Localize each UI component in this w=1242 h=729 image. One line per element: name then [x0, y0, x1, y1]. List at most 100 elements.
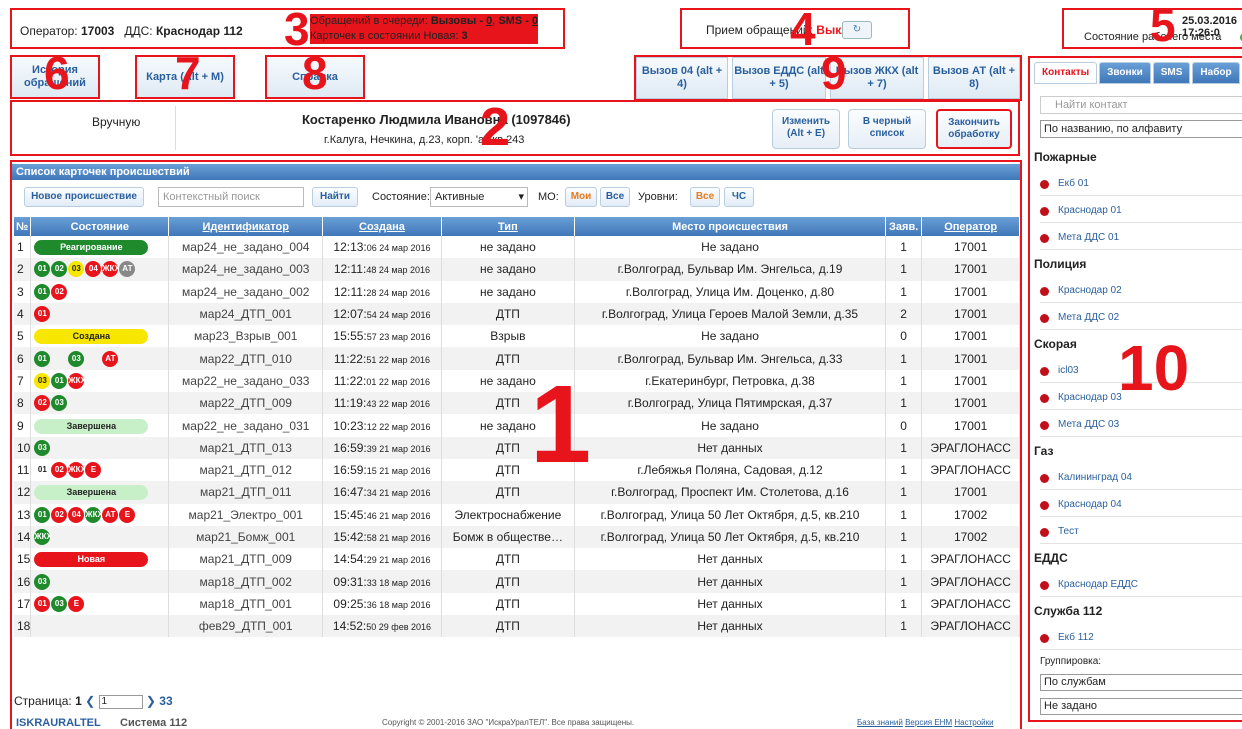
mo-mine-button[interactable]: Мои: [565, 187, 597, 207]
settings-link[interactable]: Настройки: [954, 718, 993, 727]
table-row[interactable]: 7 03 01 ЖКХ мар22_не_задано_033 11:22:01 2…: [14, 369, 1020, 393]
table-row[interactable]: 14 ЖКХ мар21_Бомж_001 15:42:58 21 мар 20…: [14, 525, 1020, 549]
next-page-icon[interactable]: ❯: [146, 694, 156, 708]
current-page: 1: [75, 694, 82, 708]
levels-chs-button[interactable]: ЧС: [724, 187, 754, 207]
row-applicants: 0: [885, 414, 923, 437]
grouping-select[interactable]: По службам: [1040, 674, 1242, 691]
knowledge-base-link[interactable]: База знаний: [857, 718, 903, 727]
contact-item[interactable]: Краснодар ЕДДС: [1040, 573, 1242, 597]
column-header[interactable]: Создана: [322, 217, 442, 236]
service-marker-icon: Е: [68, 595, 85, 612]
state-label: Состояние:: [372, 191, 430, 203]
contact-item[interactable]: Мета ДДС 02: [1040, 306, 1242, 330]
row-type: ДТП: [441, 570, 575, 593]
row-type: не задано: [441, 258, 575, 281]
contact-item[interactable]: Екб 112: [1040, 626, 1242, 650]
blacklist-button[interactable]: В черный список: [848, 109, 926, 149]
finish-processing-button[interactable]: Закончить обработку: [936, 109, 1012, 149]
call-zhkh-button[interactable]: Вызов ЖКХ (alt + 7): [830, 57, 924, 99]
table-row[interactable]: 10 03 мар21_ДТП_013 16:59:39 21 мар 2016…: [14, 436, 1020, 459]
table-row[interactable]: 2 01 02 03 04 ЖКХ АТ мар24_не_задано_003 12:1…: [14, 258, 1020, 281]
levels-all-button[interactable]: Все: [690, 187, 720, 207]
reference-button[interactable]: Справка: [265, 55, 365, 99]
service-marker-icon: 02: [51, 506, 68, 523]
column-header[interactable]: Тип: [441, 217, 575, 236]
row-id: мар21_ДТП_012: [168, 458, 324, 482]
queue-label: Обращений в очереди:: [310, 15, 428, 27]
receive-panel: Прием обращений: Выкл. ↻: [680, 8, 910, 49]
contact-item[interactable]: Екб 01: [1040, 172, 1242, 196]
row-created: 15:55:57 23 мар 2016: [322, 325, 442, 348]
row-created: 12:13:06 24 мар 2016: [322, 236, 442, 259]
reference-label: Справка: [292, 70, 338, 83]
call-edds-button[interactable]: Вызов ЕДДС (alt + 5): [732, 57, 826, 99]
state-select[interactable]: Активные ▾: [430, 187, 528, 207]
row-applicants: 1: [885, 481, 923, 504]
table-row[interactable]: 13 01 02 04 ЖКХ АТ Е мар21_Электро_001 15:45:…: [14, 503, 1020, 526]
contact-item[interactable]: Краснодар 04: [1040, 493, 1242, 517]
column-header[interactable]: Идентификатор: [168, 217, 324, 236]
contacts-tab[interactable]: SMS: [1152, 62, 1191, 84]
service-marker-icon: 01: [34, 261, 51, 278]
table-row[interactable]: 1 Реагирование мар24_не_задано_004 12:13…: [14, 236, 1020, 259]
context-search-input[interactable]: Контекстный поиск: [158, 187, 304, 207]
table-row[interactable]: 16 03 мар18_ДТП_002 09:31:33 18 мар 2016…: [14, 570, 1020, 593]
table-row[interactable]: 11 01 02 ЖКХ Е мар21_ДТП_012 16:59:15 21 ма…: [14, 458, 1020, 482]
service-marker-icon: ЖКХ: [68, 372, 86, 389]
contact-sort-select[interactable]: По названию, по алфавиту: [1040, 120, 1242, 138]
contact-item[interactable]: Мета ДДС 03: [1040, 413, 1242, 437]
table-row[interactable]: 4 01 мар24_ДТП_001 12:07:54 24 мар 2016 …: [14, 302, 1020, 326]
row-operator: ЭРАГЛОНАСС: [921, 548, 1020, 571]
contact-item[interactable]: Краснодар 02: [1040, 279, 1242, 303]
new-incident-button[interactable]: Новое происшествие: [24, 187, 144, 207]
refresh-button[interactable]: ↻: [842, 21, 872, 39]
table-row[interactable]: 6 01 03 АТ мар22_ДТП_010 11:22:51 22 мар 2…: [14, 347, 1020, 370]
call-04-button[interactable]: Вызов 04 (alt + 4): [636, 57, 728, 99]
version-link[interactable]: Версия ЕНМ: [905, 718, 952, 727]
table-row[interactable]: 9 Завершена мар22_не_задано_031 10:23:12…: [14, 414, 1020, 437]
edit-caller-button[interactable]: Изменить (Alt + E): [772, 109, 840, 149]
history-button[interactable]: История обращений: [10, 55, 100, 99]
row-date: 48 24 мар 2016: [366, 265, 431, 276]
prev-page-icon[interactable]: ❮: [85, 694, 95, 708]
calls-count[interactable]: 0: [486, 15, 492, 27]
contact-item[interactable]: Тест: [1040, 520, 1242, 544]
filter-select[interactable]: Не задано: [1040, 698, 1242, 715]
row-created: 12:11:28 24 мар 2016: [322, 280, 442, 303]
mo-all-button[interactable]: Все: [600, 187, 630, 207]
row-applicants: 1: [885, 570, 923, 593]
contacts-tab[interactable]: Звонки: [1099, 62, 1151, 84]
table-row[interactable]: 17 01 03 Е мар18_ДТП_001 09:25:36 18 мар 2…: [14, 592, 1020, 616]
page-input[interactable]: 1: [98, 694, 143, 709]
row-number: 15: [14, 548, 32, 571]
row-applicants: 0: [885, 325, 923, 348]
table-row[interactable]: 5 Создана мар23_Взрыв_001 15:55:57 23 ма…: [14, 325, 1020, 348]
table-row[interactable]: 12 Завершена мар21_ДТП_011 16:47:34 21 м…: [14, 481, 1020, 504]
contact-item[interactable]: icl03: [1040, 359, 1242, 383]
table-row[interactable]: 15 Новая мар21_ДТП_009 14:54:29 21 мар 2…: [14, 548, 1020, 571]
row-id: мар24_не_задано_004: [168, 236, 324, 259]
row-time: 16:59:: [333, 440, 367, 455]
contact-item[interactable]: Краснодар 01: [1040, 199, 1242, 223]
contacts-tab[interactable]: Контакты: [1034, 62, 1098, 84]
receive-status: Прием обращений: Выкл.: [706, 23, 852, 37]
sms-count[interactable]: 0: [532, 15, 538, 27]
map-button[interactable]: Карта (Alt + M): [135, 55, 235, 99]
contact-item[interactable]: Краснодар 03: [1040, 386, 1242, 410]
row-number: 14: [14, 525, 32, 549]
contact-item[interactable]: Калининград 04: [1040, 466, 1242, 490]
find-button[interactable]: Найти: [312, 187, 358, 207]
operator-panel: Оператор: 17003 ДДС: Краснодар 112 Обращ…: [10, 8, 565, 49]
contacts-tab[interactable]: Набор: [1192, 62, 1240, 84]
row-number: 3: [14, 280, 32, 303]
contact-item[interactable]: Мета ДДС 01: [1040, 226, 1242, 250]
table-row[interactable]: 8 02 03 мар22_ДТП_009 11:19:43 22 мар 201…: [14, 392, 1020, 415]
contact-search-input[interactable]: Найти контакт: [1040, 96, 1242, 114]
table-row[interactable]: 18 фев29_ДТП_001 14:52:50 29 фев 2016 ДТ…: [14, 615, 1020, 638]
column-header[interactable]: Оператор: [921, 217, 1020, 236]
contact-group-title: Пожарные: [1034, 150, 1097, 164]
row-type: Электроснабжение: [441, 503, 575, 526]
table-row[interactable]: 3 01 02 мар24_не_задано_002 12:11:28 24 м…: [14, 280, 1020, 303]
call-at-button[interactable]: Вызов АТ (alt + 8): [928, 57, 1020, 99]
